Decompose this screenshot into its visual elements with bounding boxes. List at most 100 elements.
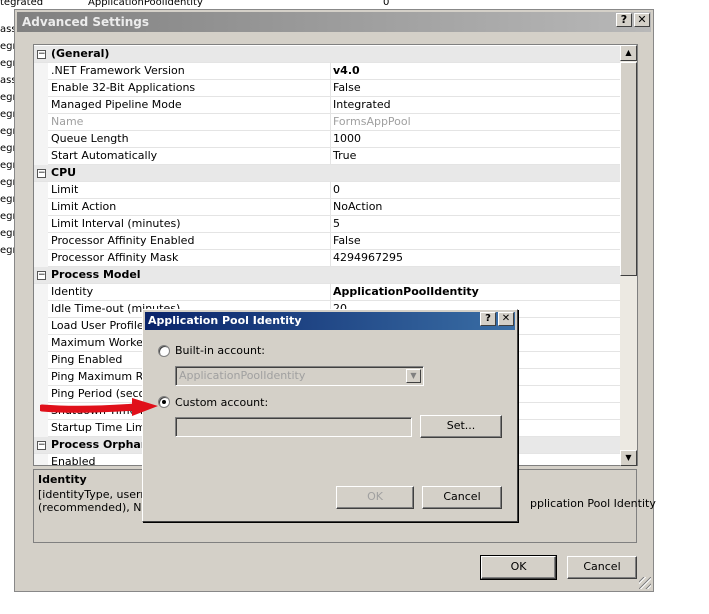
grid-category-row[interactable]: − (General) <box>34 46 624 63</box>
background-list-item: egr <box>0 92 14 103</box>
grid-category-row[interactable]: − CPU <box>34 165 624 182</box>
row-gutter <box>34 369 48 386</box>
background-top-left-text: tegrated <box>0 0 44 8</box>
property-value[interactable]: False <box>330 233 624 250</box>
background-list-item: egr <box>0 194 14 205</box>
background-list-item: egr <box>0 41 14 52</box>
grid-property-row[interactable]: Limit Action NoAction <box>34 199 624 216</box>
property-name: Processor Affinity Enabled <box>51 234 195 247</box>
property-name: .NET Framework Version <box>51 64 185 77</box>
radio-selected-dot <box>162 400 166 404</box>
dialog-close-button[interactable]: ✕ <box>498 312 514 326</box>
grid-property-row[interactable]: Processor Affinity Enabled False <box>34 233 624 250</box>
window-title-bar: Advanced Settings <box>17 12 651 32</box>
property-value[interactable]: 1000 <box>330 131 624 148</box>
background-list-item: egr <box>0 58 14 69</box>
grid-property-row[interactable]: Managed Pipeline Mode Integrated <box>34 97 624 114</box>
background-list-item: egr <box>0 211 14 222</box>
grid-property-row[interactable]: Limit Interval (minutes) 5 <box>34 216 624 233</box>
dialog-title-bar: Application Pool Identity <box>145 312 515 330</box>
background-list-item: egr <box>0 245 14 256</box>
background-list-item: egr <box>0 177 14 188</box>
grid-property-row[interactable]: Enable 32-Bit Applications False <box>34 80 624 97</box>
scroll-thumb[interactable] <box>620 62 637 276</box>
application-pool-identity-dialog: Application Pool Identity ? ✕ Built-in a… <box>142 309 518 522</box>
grid-category-row[interactable]: − Process Model <box>34 267 624 284</box>
row-gutter <box>34 63 48 80</box>
property-value[interactable]: NoAction <box>330 199 624 216</box>
grid-property-row[interactable]: .NET Framework Version v4.0 <box>34 63 624 80</box>
property-value[interactable]: FormsAppPool <box>330 114 624 131</box>
grid-category-label: (General) <box>51 47 110 60</box>
grid-category-label: CPU <box>51 166 77 179</box>
custom-account-field[interactable] <box>175 417 412 437</box>
cancel-button[interactable]: Cancel <box>567 556 637 579</box>
property-name: Limit <box>51 183 79 196</box>
builtin-account-dropdown[interactable]: ApplicationPoolIdentity ▼ <box>175 366 424 386</box>
window-title: Advanced Settings <box>22 15 150 29</box>
property-name: Managed Pipeline Mode <box>51 98 182 111</box>
grid-property-row[interactable]: Start Automatically True <box>34 148 624 165</box>
scroll-up-button[interactable]: ▲ <box>620 45 637 61</box>
property-value[interactable]: 0 <box>330 182 624 199</box>
property-value[interactable]: 4294967295 <box>330 250 624 267</box>
row-gutter <box>34 97 48 114</box>
background-list-item: assic <box>0 75 14 86</box>
description-text-right: pplication Pool Identity <box>530 497 656 510</box>
property-value[interactable]: ApplicationPoolIdentity <box>330 284 624 301</box>
property-name: Start Automatically <box>51 149 158 162</box>
dialog-title: Application Pool Identity <box>148 314 302 327</box>
property-value[interactable]: 5 <box>330 216 624 233</box>
grid-property-row[interactable]: Limit 0 <box>34 182 624 199</box>
grid-property-row[interactable]: Queue Length 1000 <box>34 131 624 148</box>
row-gutter <box>34 420 48 437</box>
builtin-account-radio[interactable] <box>158 345 170 357</box>
row-gutter <box>34 199 48 216</box>
property-name: Queue Length <box>51 132 129 145</box>
grid-category-label: Process Model <box>51 268 141 281</box>
resize-grip[interactable] <box>639 577 651 589</box>
collapse-toggle-icon[interactable]: − <box>37 271 46 280</box>
background-list-item: egr <box>0 160 14 171</box>
set-button[interactable]: Set... <box>420 415 502 438</box>
property-name: Limit Action <box>51 200 117 213</box>
builtin-account-label: Built-in account: <box>175 344 265 357</box>
property-name: Processor Affinity Mask <box>51 251 179 264</box>
background-list-item: egr <box>0 143 14 154</box>
close-button[interactable]: ✕ <box>634 13 650 27</box>
row-gutter <box>34 454 48 465</box>
row-gutter <box>34 335 48 352</box>
collapse-toggle-icon[interactable]: − <box>37 169 46 178</box>
ok-button[interactable]: OK <box>480 555 557 580</box>
property-value[interactable]: Integrated <box>330 97 624 114</box>
chevron-down-icon[interactable]: ▼ <box>406 369 421 383</box>
custom-account-label: Custom account: <box>175 396 269 409</box>
background-list-item: egr <box>0 109 14 120</box>
property-value[interactable]: False <box>330 80 624 97</box>
row-gutter <box>34 131 48 148</box>
grid-property-row[interactable]: Name FormsAppPool <box>34 114 624 131</box>
annotation-arrow-icon <box>40 398 158 416</box>
row-gutter <box>34 284 48 301</box>
help-button[interactable]: ? <box>616 13 632 27</box>
background-list-item: assic <box>0 24 14 35</box>
background-top-right-text: 0 <box>383 0 390 8</box>
property-value[interactable]: v4.0 <box>330 63 624 80</box>
property-grid-scrollbar[interactable]: ▲ ▼ <box>620 45 637 466</box>
grid-property-row[interactable]: Processor Affinity Mask 4294967295 <box>34 250 624 267</box>
dialog-help-button[interactable]: ? <box>480 312 496 326</box>
dialog-ok-button[interactable]: OK <box>336 486 414 509</box>
property-value[interactable]: True <box>330 148 624 165</box>
property-name: Identity <box>51 285 94 298</box>
grid-property-row[interactable]: Identity ApplicationPoolIdentity <box>34 284 624 301</box>
row-gutter <box>34 148 48 165</box>
dialog-cancel-button[interactable]: Cancel <box>422 486 502 509</box>
row-gutter <box>34 301 48 318</box>
scroll-down-button[interactable]: ▼ <box>620 450 637 466</box>
row-gutter <box>34 114 48 131</box>
row-gutter <box>34 352 48 369</box>
collapse-toggle-icon[interactable]: − <box>37 50 46 59</box>
background-top-mid-text: ApplicationPoolIdentity <box>88 0 203 8</box>
collapse-toggle-icon[interactable]: − <box>37 441 46 450</box>
row-gutter <box>34 250 48 267</box>
